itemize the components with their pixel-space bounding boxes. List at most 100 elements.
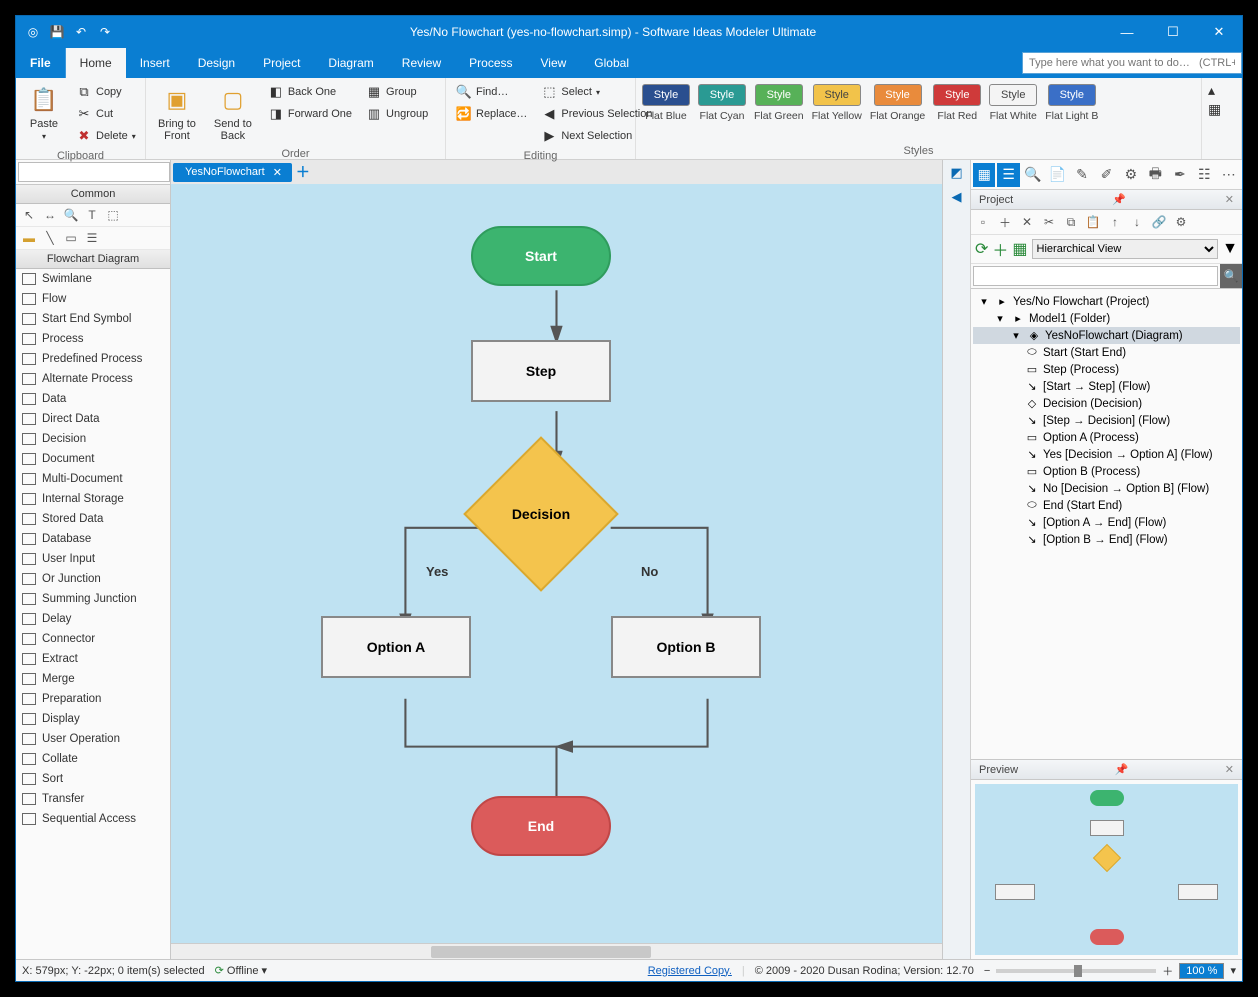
zoom-in-icon[interactable]: ＋ xyxy=(1162,963,1173,979)
menu-home[interactable]: Home xyxy=(66,48,126,78)
node-option-a[interactable]: Option A xyxy=(321,616,471,678)
rt-layers-icon[interactable]: ☷ xyxy=(1193,163,1215,187)
container-tool-icon[interactable]: ⬚ xyxy=(104,207,122,223)
shape-transfer[interactable]: Transfer xyxy=(16,789,170,809)
diagram-canvas[interactable]: Start Step Decision Option A Option B En… xyxy=(171,184,942,943)
shape-collate[interactable]: Collate xyxy=(16,749,170,769)
ungroup-button[interactable]: ▥Ungroup xyxy=(362,104,432,124)
preview-close-icon[interactable]: ✕ xyxy=(1225,763,1234,776)
tree-node[interactable]: ↘[Step → Decision] (Flow) xyxy=(973,412,1240,429)
pt-cut-icon[interactable]: ✂ xyxy=(1039,212,1059,232)
toolbox-common-header[interactable]: Common xyxy=(16,185,170,204)
rt-gear-icon[interactable]: ⚙ xyxy=(1120,163,1142,187)
shape-direct-data[interactable]: Direct Data xyxy=(16,409,170,429)
shape-start-end-symbol[interactable]: Start End Symbol xyxy=(16,309,170,329)
menu-view[interactable]: View xyxy=(527,48,581,78)
zoom-tool-icon[interactable]: 🔍 xyxy=(62,207,80,223)
tree-node[interactable]: ↘[Option A → End] (Flow) xyxy=(973,514,1240,531)
zoom-value[interactable]: 100 % xyxy=(1179,963,1224,979)
status-offline[interactable]: ⟳ Offline ▾ xyxy=(215,964,267,977)
pt-down-icon[interactable]: ↓ xyxy=(1127,212,1147,232)
style-flat-blue[interactable]: Style xyxy=(642,84,690,106)
paste-button[interactable]: 📋Paste▾ xyxy=(22,82,66,143)
shape-document[interactable]: Document xyxy=(16,449,170,469)
delete-button[interactable]: ✖Delete▾ xyxy=(72,126,140,146)
preview-pin-icon[interactable]: 📌 xyxy=(1115,763,1129,776)
menu-global[interactable]: Global xyxy=(580,48,643,78)
shape-extract[interactable]: Extract xyxy=(16,649,170,669)
copy-button[interactable]: ⧉Copy xyxy=(72,82,140,102)
menu-process[interactable]: Process xyxy=(455,48,526,78)
shape-internal-storage[interactable]: Internal Storage xyxy=(16,489,170,509)
tree-node[interactable]: ▭Option A (Process) xyxy=(973,429,1240,446)
cut-button[interactable]: ✂Cut xyxy=(72,104,140,124)
omnibox[interactable] xyxy=(1022,52,1242,74)
connector-tool-icon[interactable]: ↔ xyxy=(41,207,59,223)
project-search[interactable] xyxy=(973,266,1218,286)
zoom-out-icon[interactable]: − xyxy=(984,965,990,977)
ribbon-options-icon[interactable]: ▦ xyxy=(1208,101,1221,118)
shape-predefined-process[interactable]: Predefined Process xyxy=(16,349,170,369)
tree-node[interactable]: ⬭End (Start End) xyxy=(973,497,1240,514)
redo-icon[interactable]: ↷ xyxy=(96,23,114,41)
new-tab-icon[interactable]: ＋ xyxy=(296,162,310,182)
shape-stored-data[interactable]: Stored Data xyxy=(16,509,170,529)
send-back-button[interactable]: ▢Send to Back xyxy=(208,82,258,144)
pt-prop-icon[interactable]: ⚙ xyxy=(1171,212,1191,232)
tree-node[interactable]: ▭Option B (Process) xyxy=(973,463,1240,480)
side-tool-1[interactable]: ◩ xyxy=(945,162,969,184)
tree-node[interactable]: ↘No [Decision → Option B] (Flow) xyxy=(973,480,1240,497)
minimize-button[interactable]: — xyxy=(1104,16,1150,48)
back-one-button[interactable]: ◧Back One xyxy=(264,82,356,102)
expand-icon[interactable]: ▾ xyxy=(1009,329,1023,342)
shape-flow[interactable]: Flow xyxy=(16,289,170,309)
rt-print-icon[interactable]: 🖶 xyxy=(1144,163,1166,187)
style-flat-red[interactable]: Style xyxy=(933,84,981,106)
shape-data[interactable]: Data xyxy=(16,389,170,409)
toolbox-search[interactable] xyxy=(18,162,170,182)
rt-zoom-icon[interactable]: 🔍 xyxy=(1022,163,1044,187)
menu-diagram[interactable]: Diagram xyxy=(314,48,387,78)
replace-button[interactable]: 🔁Replace… xyxy=(452,104,531,124)
shape-multi-document[interactable]: Multi-Document xyxy=(16,469,170,489)
project-search-button[interactable]: 🔍 xyxy=(1220,264,1242,288)
project-close-icon[interactable]: ✕ xyxy=(1225,193,1234,206)
shape-display[interactable]: Display xyxy=(16,709,170,729)
pt-adddiag-icon[interactable]: ▦ xyxy=(1012,239,1027,259)
group-button[interactable]: ▦Group xyxy=(362,82,432,102)
rt-more-icon[interactable]: ⋯ xyxy=(1218,163,1240,187)
pt-paste-icon[interactable]: 📋 xyxy=(1083,212,1103,232)
project-pin-icon[interactable]: 📌 xyxy=(1112,193,1126,206)
style-flat-cyan[interactable]: Style xyxy=(698,84,746,106)
style-flat-light-b[interactable]: Style xyxy=(1048,84,1096,106)
shape-preparation[interactable]: Preparation xyxy=(16,689,170,709)
forward-one-button[interactable]: ◨Forward One xyxy=(264,104,356,124)
pt-refresh-icon[interactable]: ⟳ xyxy=(975,239,988,259)
shape-decision[interactable]: Decision xyxy=(16,429,170,449)
pt-add-icon[interactable]: ＋ xyxy=(995,212,1015,232)
node-decision[interactable]: Decision xyxy=(486,459,596,569)
shape-summing-junction[interactable]: Summing Junction xyxy=(16,589,170,609)
style-flat-yellow[interactable]: Style xyxy=(813,84,861,106)
close-button[interactable]: ✕ xyxy=(1196,16,1242,48)
pt-up-icon[interactable]: ↑ xyxy=(1105,212,1125,232)
pt-del-icon[interactable]: ✕ xyxy=(1017,212,1037,232)
shape-user-input[interactable]: User Input xyxy=(16,549,170,569)
pt-addfolder-icon[interactable]: ＋ xyxy=(992,237,1008,261)
node-start[interactable]: Start xyxy=(471,226,611,286)
tree-node[interactable]: ⬭Start (Start End) xyxy=(973,344,1240,361)
tree-node[interactable]: ▾◈YesNoFlowchart (Diagram) xyxy=(973,327,1240,344)
node-option-b[interactable]: Option B xyxy=(611,616,761,678)
zoom-dropdown-icon[interactable]: ▾ xyxy=(1230,964,1236,977)
document-tab[interactable]: YesNoFlowchart✕ xyxy=(173,163,292,182)
shape-swimlane[interactable]: Swimlane xyxy=(16,269,170,289)
shape-database[interactable]: Database xyxy=(16,529,170,549)
text-tool-icon[interactable]: T xyxy=(83,207,101,223)
menu-review[interactable]: Review xyxy=(388,48,455,78)
list-tool-icon[interactable]: ☰ xyxy=(83,230,101,246)
tree-node[interactable]: ▭Step (Process) xyxy=(973,361,1240,378)
style-flat-white[interactable]: Style xyxy=(989,84,1037,106)
side-tool-2[interactable]: ◀ xyxy=(945,186,969,208)
arc-tool-icon[interactable]: ╲ xyxy=(41,230,59,246)
rt-style-icon[interactable]: ✐ xyxy=(1095,163,1117,187)
